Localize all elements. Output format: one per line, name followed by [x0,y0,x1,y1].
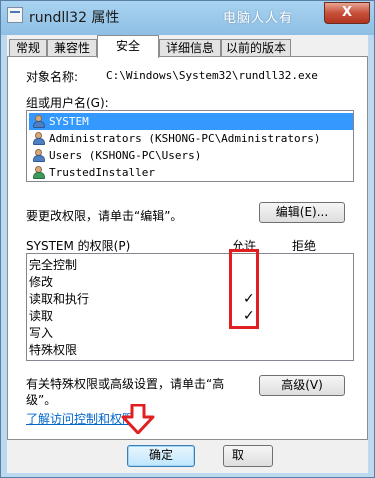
security-panel: 对象名称: C:\Windows\System32\rundll32.exe 组… [7,56,368,440]
perm-row-special: 特殊权限 [29,343,78,357]
properties-window: rundll32 属性 电脑人人有 X 常规 兼容性 安全 详细信息 以前的版本… [0,0,375,478]
ok-button[interactable]: 确定 [127,445,195,467]
learn-access-control-link[interactable]: 了解访问控制和权限 [26,410,134,427]
user-group-icon [32,115,46,128]
tab-details[interactable]: 详细信息 [159,39,221,57]
change-hint: 要更改权限，请单击“编辑”。 [26,209,183,223]
window-title: rundll32 属性 [29,10,120,26]
perm-row-read-execute: 读取和执行 [29,292,90,306]
edit-button[interactable]: 编辑(E)... [259,202,345,223]
principal-name: SYSTEM [49,115,89,128]
dialog-client: 常规 兼容性 安全 详细信息 以前的版本 对象名称: C:\Windows\Sy… [7,35,368,473]
advanced-button[interactable]: 高级(V) [259,375,345,396]
object-name-value: C:\Windows\System32\rundll32.exe [106,69,318,82]
tab-compatibility[interactable]: 兼容性 [47,39,97,57]
annotation-highlight-box [229,249,259,329]
principal-item-users[interactable]: Users (KSHONG-PC\Users) [29,147,201,164]
principal-name: Users (KSHONG-PC\Users) [49,149,202,162]
tab-previous-versions[interactable]: 以前的版本 [221,39,291,57]
principal-item-system[interactable]: SYSTEM [29,113,353,130]
app-icon [7,7,23,23]
perm-row-modify: 修改 [29,275,54,289]
tab-strip: 常规 兼容性 安全 详细信息 以前的版本 [7,35,368,58]
perm-row-full-control: 完全控制 [29,258,78,272]
principals-listbox[interactable]: SYSTEM Administrators (KSHONG-PC\Adminis… [26,110,354,182]
permissions-header: SYSTEM 的权限(P) [26,239,131,253]
cancel-button[interactable]: 取 [223,445,273,467]
watermark-text: 电脑人人有 [223,11,294,26]
perm-row-read: 读取 [29,309,54,323]
group-label: 组或用户名(G): [26,96,109,110]
deny-header: 拒绝 [292,239,317,253]
advanced-hint-line1: 有关特殊权限或高级设置，请单击“高 [26,377,225,391]
close-button[interactable]: X [324,2,370,24]
principal-item-administrators[interactable]: Administrators (KSHONG-PC\Administrators… [29,130,321,147]
tab-general[interactable]: 常规 [9,39,47,57]
user-group-icon [32,132,46,145]
annotation-down-arrow-icon [121,404,155,434]
principal-item-trustedinstaller[interactable]: TrustedInstaller [29,164,155,181]
title-bar[interactable]: rundll32 属性 电脑人人有 X [1,1,375,31]
principal-name: Administrators (KSHONG-PC\Administrators… [49,132,321,145]
permissions-list[interactable]: 完全控制 修改 读取和执行 读取 写入 特殊权限 ✓ ✓ [26,253,354,361]
object-name-label: 对象名称: [26,70,79,84]
perm-row-write: 写入 [29,326,54,340]
advanced-hint-line2: 级”。 [26,393,57,407]
user-icon [32,166,46,179]
user-group-icon [32,149,46,162]
tab-security[interactable]: 安全 [97,35,159,58]
principal-name: TrustedInstaller [49,166,155,179]
